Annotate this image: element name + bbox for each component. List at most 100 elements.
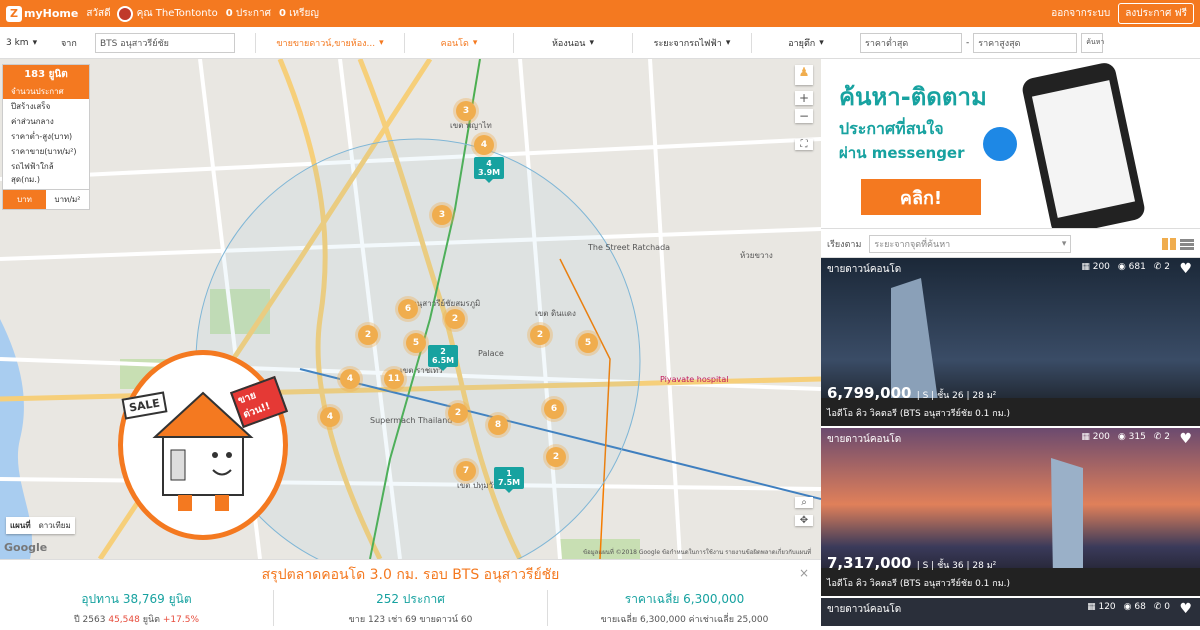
- listings-total: 252 ประกาศ: [376, 592, 445, 606]
- divider: [513, 32, 514, 53]
- list-view-icon[interactable]: [1180, 238, 1194, 250]
- sidepanel-item[interactable]: ค่าส่วนกลาง: [3, 114, 89, 129]
- phone-illustration: [1020, 60, 1147, 228]
- listing-cluster[interactable]: 3: [432, 205, 452, 225]
- phone-icon: ✆: [1153, 432, 1162, 442]
- price-max-input[interactable]: ราคาสูงสุด: [973, 32, 1078, 53]
- listing-cluster[interactable]: 2: [445, 309, 465, 329]
- close-icon[interactable]: ×: [799, 566, 809, 580]
- zoom-out-button[interactable]: −: [795, 109, 813, 123]
- zoom-in-button[interactable]: +: [795, 91, 813, 105]
- listing-cluster[interactable]: 8: [488, 415, 508, 435]
- price-min-input[interactable]: ราคาต่ำสุด: [860, 32, 962, 53]
- map-label: Piyavate hospital: [660, 375, 729, 384]
- site-logo[interactable]: Z myHome: [6, 5, 79, 22]
- chevron-down-icon: ▾: [32, 37, 38, 48]
- map-type-satellite[interactable]: ดาวเทียม: [35, 517, 75, 534]
- map-view[interactable]: The Street Ratchada Palace Piyavate hosp…: [0, 59, 821, 559]
- map-label: เขต ปทุมวัน: [457, 481, 499, 490]
- listing-name[interactable]: ไอดีโอ คิว วิคตอรี (BTS อนุสาวรีย์ชัย 0.…: [827, 406, 1010, 420]
- logo-text: myHome: [24, 7, 79, 20]
- results-column: ค้นหา-ติดตาม ประกาศที่สนใจ ผ่าน messenge…: [821, 59, 1200, 630]
- grid-view-icon[interactable]: [1162, 238, 1176, 250]
- post-free-button[interactable]: ลงประกาศ ฟรี: [1118, 3, 1194, 24]
- radius-dropdown[interactable]: 3 km ▾: [6, 38, 61, 48]
- favorite-heart-icon[interactable]: ♥: [1179, 261, 1192, 277]
- fullscreen-icon[interactable]: ⛶: [795, 139, 813, 150]
- calendar-icon: ▦: [1081, 432, 1090, 442]
- price-marker[interactable]: 1 7.5M: [494, 467, 525, 493]
- sidepanel-item[interactable]: จำนวนประกาศ: [3, 84, 89, 99]
- sidepanel-item[interactable]: ราคาต่ำ-สูง(บาท): [3, 129, 89, 144]
- listing-cluster[interactable]: 2: [530, 325, 550, 345]
- user-name[interactable]: คุณ TheTontonto: [137, 6, 218, 21]
- map-type-roadmap[interactable]: แผนที่: [6, 517, 35, 534]
- search-area-icon[interactable]: ⌕: [795, 497, 813, 508]
- favorite-heart-icon[interactable]: ♥: [1179, 431, 1192, 447]
- price-range-dash: -: [966, 37, 970, 48]
- bedrooms-dropdown[interactable]: ห้องนอน ▾: [518, 36, 628, 50]
- favorite-heart-icon[interactable]: ♥: [1179, 601, 1192, 617]
- messenger-ad-banner[interactable]: ค้นหา-ติดตาม ประกาศที่สนใจ ผ่าน messenge…: [821, 59, 1200, 229]
- sidepanel-item[interactable]: ราคาขาย(บาท/ม²): [3, 144, 89, 159]
- user-avatar[interactable]: [116, 5, 133, 22]
- category-dropdown[interactable]: คอนโด ▾: [409, 36, 509, 50]
- photo-count: ▦ 200: [1081, 432, 1110, 442]
- sort-select[interactable]: ระยะจากจุดที่ค้นหา ▾: [869, 235, 1072, 253]
- listing-type: ขายดาวน์คอนโด: [827, 604, 902, 615]
- listing-cluster[interactable]: 5: [406, 333, 426, 353]
- listing-count[interactable]: 0 ประกาศ: [226, 6, 271, 21]
- listing-cluster[interactable]: 2: [546, 447, 566, 467]
- calendar-icon: ▦: [1087, 602, 1096, 612]
- sidepanel-item[interactable]: ปีสร้างเสร็จ: [3, 99, 89, 114]
- distance-dropdown[interactable]: ระยะจากรถไฟฟ้า ▾: [637, 36, 747, 50]
- coin-count[interactable]: 0 เหรียญ: [279, 6, 319, 21]
- listing-card[interactable]: ขายดาวน์คอนโด ▦ 120 ◉ 68 ✆ 0 ♥: [821, 598, 1200, 628]
- listing-cluster[interactable]: 2: [358, 325, 378, 345]
- phone-icon: ✆: [1153, 262, 1162, 272]
- locate-icon[interactable]: ✥: [795, 515, 813, 526]
- price-marker[interactable]: 4 3.9M: [474, 157, 505, 183]
- map-label: ห้วยขวาง: [740, 251, 773, 260]
- location-input[interactable]: BTS อนุสาวรีย์ชัย: [95, 32, 235, 53]
- top-bar: Z myHome สวัสดี คุณ TheTontonto 0 ประกาศ…: [0, 0, 1200, 27]
- listing-cluster[interactable]: 6: [398, 299, 418, 319]
- messenger-icon: [983, 127, 1017, 161]
- street-view-pegman-icon[interactable]: ♟: [795, 65, 813, 85]
- listings-breakdown: ขาย 123 เช่า 69 ขายดาวน์ 60: [348, 615, 473, 625]
- search-button[interactable]: ค้นหา: [1081, 32, 1104, 53]
- listing-cluster[interactable]: 11: [384, 369, 404, 389]
- call-count: ✆ 0: [1153, 602, 1170, 612]
- listing-card[interactable]: ขายดาวน์คอนโด ▦ 200 ◉ 315 ✆ 2 ♥ 7,317,00…: [821, 428, 1200, 598]
- chevron-down-icon: ▾: [472, 37, 478, 48]
- view-count: ◉ 68: [1123, 602, 1146, 612]
- listing-cluster[interactable]: 7: [456, 461, 476, 481]
- ad-subline-2: ผ่าน messenger: [839, 144, 965, 162]
- map-label: The Street Ratchada: [588, 243, 671, 252]
- listing-stats: ▦ 200 ◉ 681 ✆ 2: [1081, 262, 1170, 272]
- eye-icon: ◉: [1123, 602, 1132, 612]
- listing-cluster[interactable]: 6: [544, 399, 564, 419]
- sidepanel-item[interactable]: รถไฟฟ้าใกล้สุด(กม.): [3, 159, 89, 187]
- logout-link[interactable]: ออกจากระบบ: [1051, 6, 1110, 21]
- toggle-baht[interactable]: บาท: [3, 190, 46, 209]
- listing-cluster[interactable]: 5: [578, 333, 598, 353]
- price-marker[interactable]: 2 6.5M: [428, 345, 459, 371]
- call-count: ✆ 2: [1153, 432, 1170, 442]
- supply-column: อุปทาน 38,769 ยูนิต ปี 2563 45,548 ยูนิต…: [0, 590, 274, 626]
- map-label: เขต ดินแดง: [535, 309, 576, 318]
- ad-click-button[interactable]: คลิก!: [861, 179, 981, 215]
- listing-cluster[interactable]: 3: [456, 101, 476, 121]
- building-age-dropdown[interactable]: อายุตึก ▾: [756, 36, 856, 50]
- listing-card[interactable]: ขายดาวน์คอนโด ▦ 200 ◉ 681 ✆ 2 ♥ 6,799,00…: [821, 258, 1200, 428]
- toggle-baht-per-sqm[interactable]: บาท/ม²: [46, 190, 89, 209]
- listing-type-dropdown[interactable]: ขายขายดาวน์,ขายห้อง... ▾: [260, 36, 400, 50]
- listing-cluster[interactable]: 4: [340, 369, 360, 389]
- photo-count: ▦ 200: [1081, 262, 1110, 272]
- listing-cluster[interactable]: 4: [320, 407, 340, 427]
- from-label: จาก: [61, 38, 77, 49]
- listing-name[interactable]: ไอดีโอ คิว วิคตอรี (BTS อนุสาวรีย์ชัย 0.…: [827, 576, 1010, 590]
- listing-cluster[interactable]: 2: [448, 403, 468, 423]
- eye-icon: ◉: [1117, 262, 1126, 272]
- listing-cluster[interactable]: 4: [474, 135, 494, 155]
